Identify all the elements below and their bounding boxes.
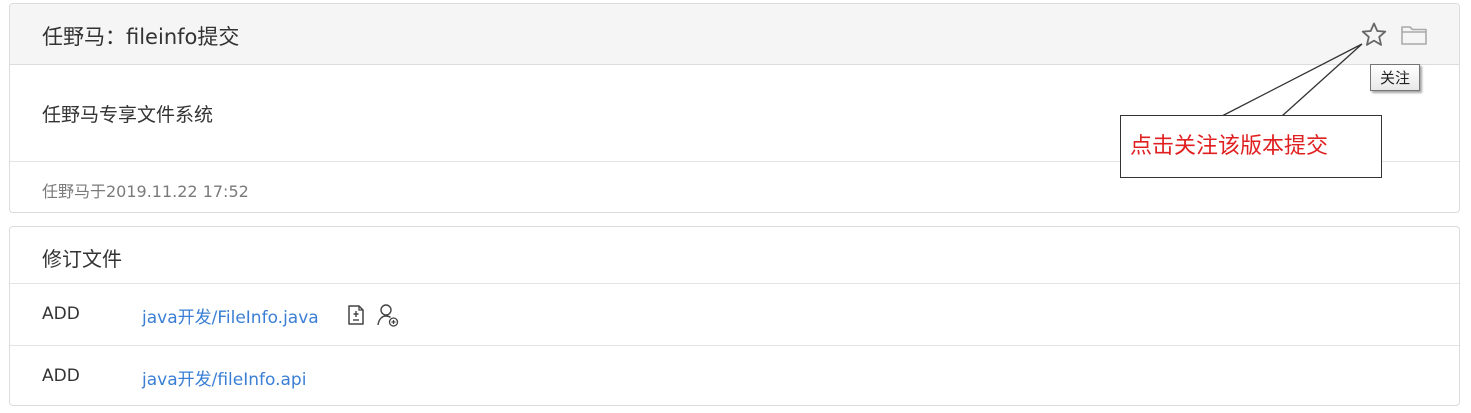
commit-message: 任野马专享文件系统 [42, 104, 214, 126]
commit-panel: 任野马：fileinfo提交 任野马专享文件系统 任野马于2019.11.22 … [9, 3, 1460, 213]
files-panel: 修订文件 ADD java开发/FileInfo.java ADD java开发… [9, 226, 1460, 406]
folder-icon[interactable] [1399, 20, 1429, 50]
user-add-icon[interactable] [376, 302, 400, 328]
star-icon[interactable] [1359, 20, 1389, 50]
file-row: ADD java开发/fileInfo.api [10, 346, 1459, 405]
commit-title: 任野马：fileinfo提交 [42, 25, 240, 49]
file-row: ADD java开发/FileInfo.java [10, 284, 1459, 346]
follow-tooltip: 关注 [1370, 64, 1420, 91]
files-header: 修订文件 [10, 227, 1459, 284]
commit-header: 任野马：fileinfo提交 [10, 4, 1459, 65]
file-path-link[interactable]: java开发/fileInfo.api [142, 365, 306, 390]
file-path-link[interactable]: java开发/FileInfo.java [142, 303, 319, 328]
commit-meta: 任野马于2019.11.22 17:52 [42, 182, 249, 201]
annotation-callout: 点击关注该版本提交 [1120, 115, 1382, 178]
file-action: ADD [42, 366, 80, 386]
commit-header-actions [1359, 20, 1429, 50]
file-action: ADD [42, 304, 80, 324]
file-row-actions [344, 302, 400, 328]
files-title: 修订文件 [42, 247, 122, 271]
file-compare-icon[interactable] [344, 302, 368, 328]
